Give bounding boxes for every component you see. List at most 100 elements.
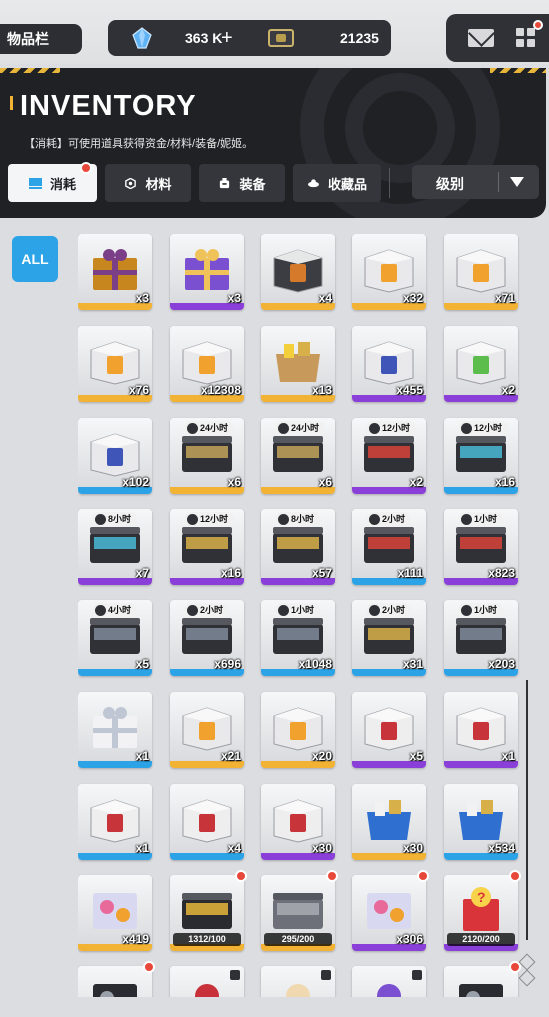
inventory-item[interactable]: x32: [352, 234, 426, 310]
item-count: x4: [227, 841, 241, 855]
sort-dropdown[interactable]: 级别: [412, 165, 539, 199]
crate-red-icon: [90, 799, 140, 843]
item-count: x696: [214, 657, 241, 671]
item-count: x534: [488, 841, 515, 855]
inventory-item[interactable]: x1: [78, 692, 152, 768]
inventory-item[interactable]: x76: [78, 326, 152, 402]
inventory-item[interactable]: 24小时 x6: [170, 418, 244, 494]
inventory-item[interactable]: x1: [444, 692, 518, 768]
timer-badge: 1小时: [458, 512, 504, 527]
inventory-grid: x3 x3 x4 x32 x71 x76 x12308 x13 x455 x2 …: [78, 234, 522, 997]
inventory-item[interactable]: 1小时 x203: [444, 600, 518, 676]
inventory-header-panel: INVENTORY 【消耗】可使用道具获得资金/材料/装备/妮姬。 消耗 材料 …: [0, 68, 546, 218]
crate-red-icon: [273, 799, 323, 843]
lock-icon: [321, 970, 331, 980]
inventory-item[interactable]: x12308: [170, 326, 244, 402]
inventory-description: 【消耗】可使用道具获得资金/材料/装备/妮姬。: [24, 138, 254, 150]
inventory-item[interactable]: 1小时 x1048: [261, 600, 335, 676]
inventory-item[interactable]: x4: [170, 784, 244, 860]
inventory-item[interactable]: x3: [170, 234, 244, 310]
hazard-stripe: [490, 68, 546, 73]
equipment-icon: [220, 177, 230, 188]
inventory-item[interactable]: 12小时 x16: [170, 509, 244, 585]
inventory-item[interactable]: x1: [78, 784, 152, 860]
inventory-item[interactable]: 1312/100: [170, 870, 247, 951]
inventory-item[interactable]: x30: [261, 784, 335, 860]
inventory-item[interactable]: [78, 961, 155, 997]
item-count: x1: [135, 841, 149, 855]
pack-colorful-icon: [93, 893, 137, 929]
timer-badge: 12小时: [366, 421, 417, 436]
scrollbar[interactable]: [526, 680, 528, 940]
inventory-item[interactable]: 8小时 x7: [78, 509, 152, 585]
item-progress: 1312/100: [173, 933, 241, 946]
item-count: x57: [311, 566, 332, 580]
inventory-item[interactable]: [261, 966, 335, 997]
item-count: x3: [135, 291, 149, 305]
timer-badge: 2小时: [366, 603, 412, 618]
filter-all-button[interactable]: ALL: [12, 236, 58, 282]
item-count: x823: [488, 566, 515, 580]
inventory-item[interactable]: x30: [352, 784, 426, 860]
timer-badge: 12小时: [184, 512, 235, 527]
inventory-item[interactable]: x71: [444, 234, 518, 310]
timer-badge: 24小时: [184, 421, 235, 436]
item-count: x16: [220, 566, 241, 580]
inventory-item[interactable]: 12小时 x16: [444, 418, 518, 494]
inventory-item[interactable]: 4小时 x5: [78, 600, 152, 676]
tab-materials[interactable]: 材料: [105, 164, 191, 202]
timer-badge: 4小时: [92, 603, 138, 618]
mail-icon[interactable]: [468, 29, 494, 47]
inventory-item[interactable]: x534: [444, 784, 518, 860]
crate-green-icon: [456, 341, 506, 385]
item-count: x13: [311, 383, 332, 397]
inventory-item[interactable]: 2小时 x696: [170, 600, 244, 676]
tab-consumables[interactable]: 消耗: [8, 162, 97, 202]
menu-grid-icon[interactable]: [516, 28, 536, 48]
inventory-item[interactable]: [170, 966, 244, 997]
inventory-item[interactable]: 295/200: [261, 870, 338, 951]
title-accent-bar: [10, 96, 13, 110]
inventory-item[interactable]: 8小时 x57: [261, 509, 335, 585]
item-count: x16: [494, 475, 515, 489]
inventory-item[interactable]: 2小时 x111: [352, 509, 426, 585]
inventory-item[interactable]: [444, 961, 521, 997]
inventory-item[interactable]: x455: [352, 326, 426, 402]
timer-badge: 24小时: [275, 421, 326, 436]
figure-purple-icon: [377, 984, 401, 997]
tab-collectibles[interactable]: 收藏品: [293, 164, 381, 202]
inventory-item[interactable]: x20: [261, 692, 335, 768]
inventory-item[interactable]: [352, 966, 426, 997]
inventory-item[interactable]: x2: [444, 326, 518, 402]
notification-dot: [326, 870, 338, 882]
inventory-item[interactable]: x21: [170, 692, 244, 768]
inventory-item[interactable]: x4: [261, 234, 335, 310]
item-count: x3: [227, 291, 241, 305]
gem-count: 363 K: [185, 30, 223, 46]
inventory-item[interactable]: ? 2120/200: [444, 870, 521, 951]
notification-dot: [80, 162, 92, 174]
item-count: x6: [227, 475, 241, 489]
inventory-item[interactable]: x13: [261, 326, 335, 402]
inventory-item[interactable]: x306: [352, 870, 429, 951]
hexagon-icon: [125, 177, 137, 189]
crate-orange-icon: [273, 707, 323, 751]
collectible-icon: [307, 178, 319, 187]
item-count: x419: [122, 932, 149, 946]
inventory-item[interactable]: 12小时 x2: [352, 418, 426, 494]
inventory-item[interactable]: 1小时 x823: [444, 509, 518, 585]
card-dark-icon: [459, 984, 503, 997]
inventory-item[interactable]: 24小时 x6: [261, 418, 335, 494]
inventory-item[interactable]: x419: [78, 875, 152, 951]
lock-icon: [230, 970, 240, 980]
add-gems-button[interactable]: +: [221, 20, 233, 56]
inventory-item[interactable]: x5: [352, 692, 426, 768]
crate-orange-icon: [182, 341, 232, 385]
inventory-item[interactable]: x3: [78, 234, 152, 310]
inventory-item[interactable]: x102: [78, 418, 152, 494]
inventory-item[interactable]: 2小时 x31: [352, 600, 426, 676]
tab-label: 收藏品: [327, 176, 367, 192]
lock-icon: [412, 970, 422, 980]
crate-red-icon: [456, 707, 506, 751]
tab-equipment[interactable]: 装备: [199, 164, 285, 202]
